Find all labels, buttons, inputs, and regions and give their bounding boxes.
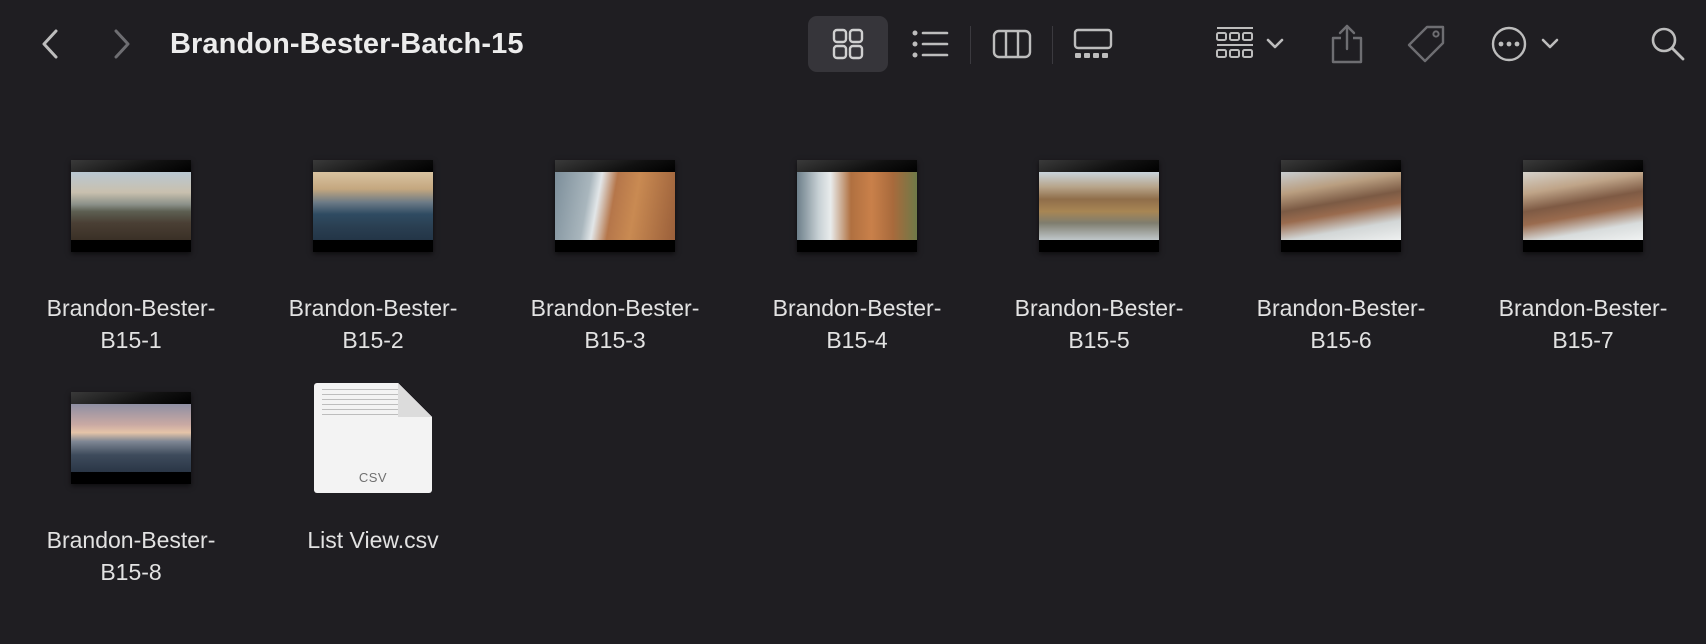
video-thumbnail	[1281, 160, 1401, 252]
group-icon	[1216, 27, 1253, 58]
video-thumbnail	[71, 160, 191, 252]
more-actions-button[interactable]	[1482, 16, 1568, 72]
chevron-down-icon	[1541, 38, 1559, 49]
list-view-button[interactable]	[900, 16, 960, 72]
file-item[interactable]: Brandon-Bester- B15-6	[1220, 148, 1462, 356]
share-button[interactable]	[1322, 14, 1372, 74]
file-name: Brandon-Bester- B15-3	[530, 295, 700, 353]
csv-document-icon: CSV	[314, 383, 432, 493]
video-thumbnail	[555, 160, 675, 252]
forward-button[interactable]	[102, 22, 142, 66]
video-thumbnail	[313, 160, 433, 252]
gallery-view-button[interactable]	[1060, 16, 1126, 72]
tag-icon	[1407, 25, 1445, 63]
file-item[interactable]: Brandon-Bester- B15-8	[10, 380, 252, 588]
grid-icon	[832, 28, 864, 60]
file-name: Brandon-Bester- B15-2	[288, 295, 458, 353]
file-name: Brandon-Bester- B15-6	[1256, 295, 1426, 353]
chevron-down-icon	[1266, 38, 1284, 49]
magnifier-icon	[1651, 27, 1685, 61]
file-item[interactable]: Brandon-Bester- B15-7	[1462, 148, 1704, 356]
file-name: List View.csv	[307, 527, 439, 553]
tag-button[interactable]	[1398, 16, 1454, 72]
video-thumbnail	[1039, 160, 1159, 252]
file-item[interactable]: Brandon-Bester- B15-5	[978, 148, 1220, 356]
gallery-icon	[1073, 28, 1113, 58]
chevron-right-icon	[114, 29, 130, 59]
file-name: Brandon-Bester- B15-5	[1014, 295, 1184, 353]
window-title: Brandon-Bester-Batch-15	[170, 28, 524, 60]
search-button[interactable]	[1640, 16, 1696, 72]
back-button[interactable]	[30, 22, 70, 66]
column-view-button[interactable]	[980, 16, 1044, 72]
toolbar-divider	[970, 26, 971, 64]
video-thumbnail	[797, 160, 917, 252]
columns-icon	[992, 29, 1032, 59]
file-item[interactable]: Brandon-Bester- B15-3	[494, 148, 736, 356]
icon-view-button[interactable]	[808, 16, 888, 72]
file-name: Brandon-Bester- B15-4	[772, 295, 942, 353]
toolbar: Brandon-Bester-Batch-15	[0, 0, 1706, 88]
ellipsis-circle-icon	[1491, 26, 1527, 62]
finder-window: Brandon-Bester-Batch-15 Brandon-Bester- …	[0, 0, 1706, 644]
file-name: Brandon-Bester- B15-1	[46, 295, 216, 353]
share-icon	[1331, 24, 1363, 64]
group-menu-button[interactable]	[1210, 16, 1290, 72]
file-name: Brandon-Bester- B15-8	[46, 527, 216, 585]
file-item[interactable]: Brandon-Bester- B15-2	[252, 148, 494, 356]
file-item[interactable]: Brandon-Bester- B15-4	[736, 148, 978, 356]
video-thumbnail	[1523, 160, 1643, 252]
file-name: Brandon-Bester- B15-7	[1498, 295, 1668, 353]
file-item[interactable]: CSV List View.csv	[252, 380, 494, 556]
file-type-badge: CSV	[358, 470, 388, 485]
list-icon	[912, 30, 949, 58]
chevron-left-icon	[42, 29, 58, 59]
toolbar-divider	[1052, 26, 1053, 64]
file-item[interactable]: Brandon-Bester- B15-1	[10, 148, 252, 356]
video-thumbnail	[71, 392, 191, 484]
